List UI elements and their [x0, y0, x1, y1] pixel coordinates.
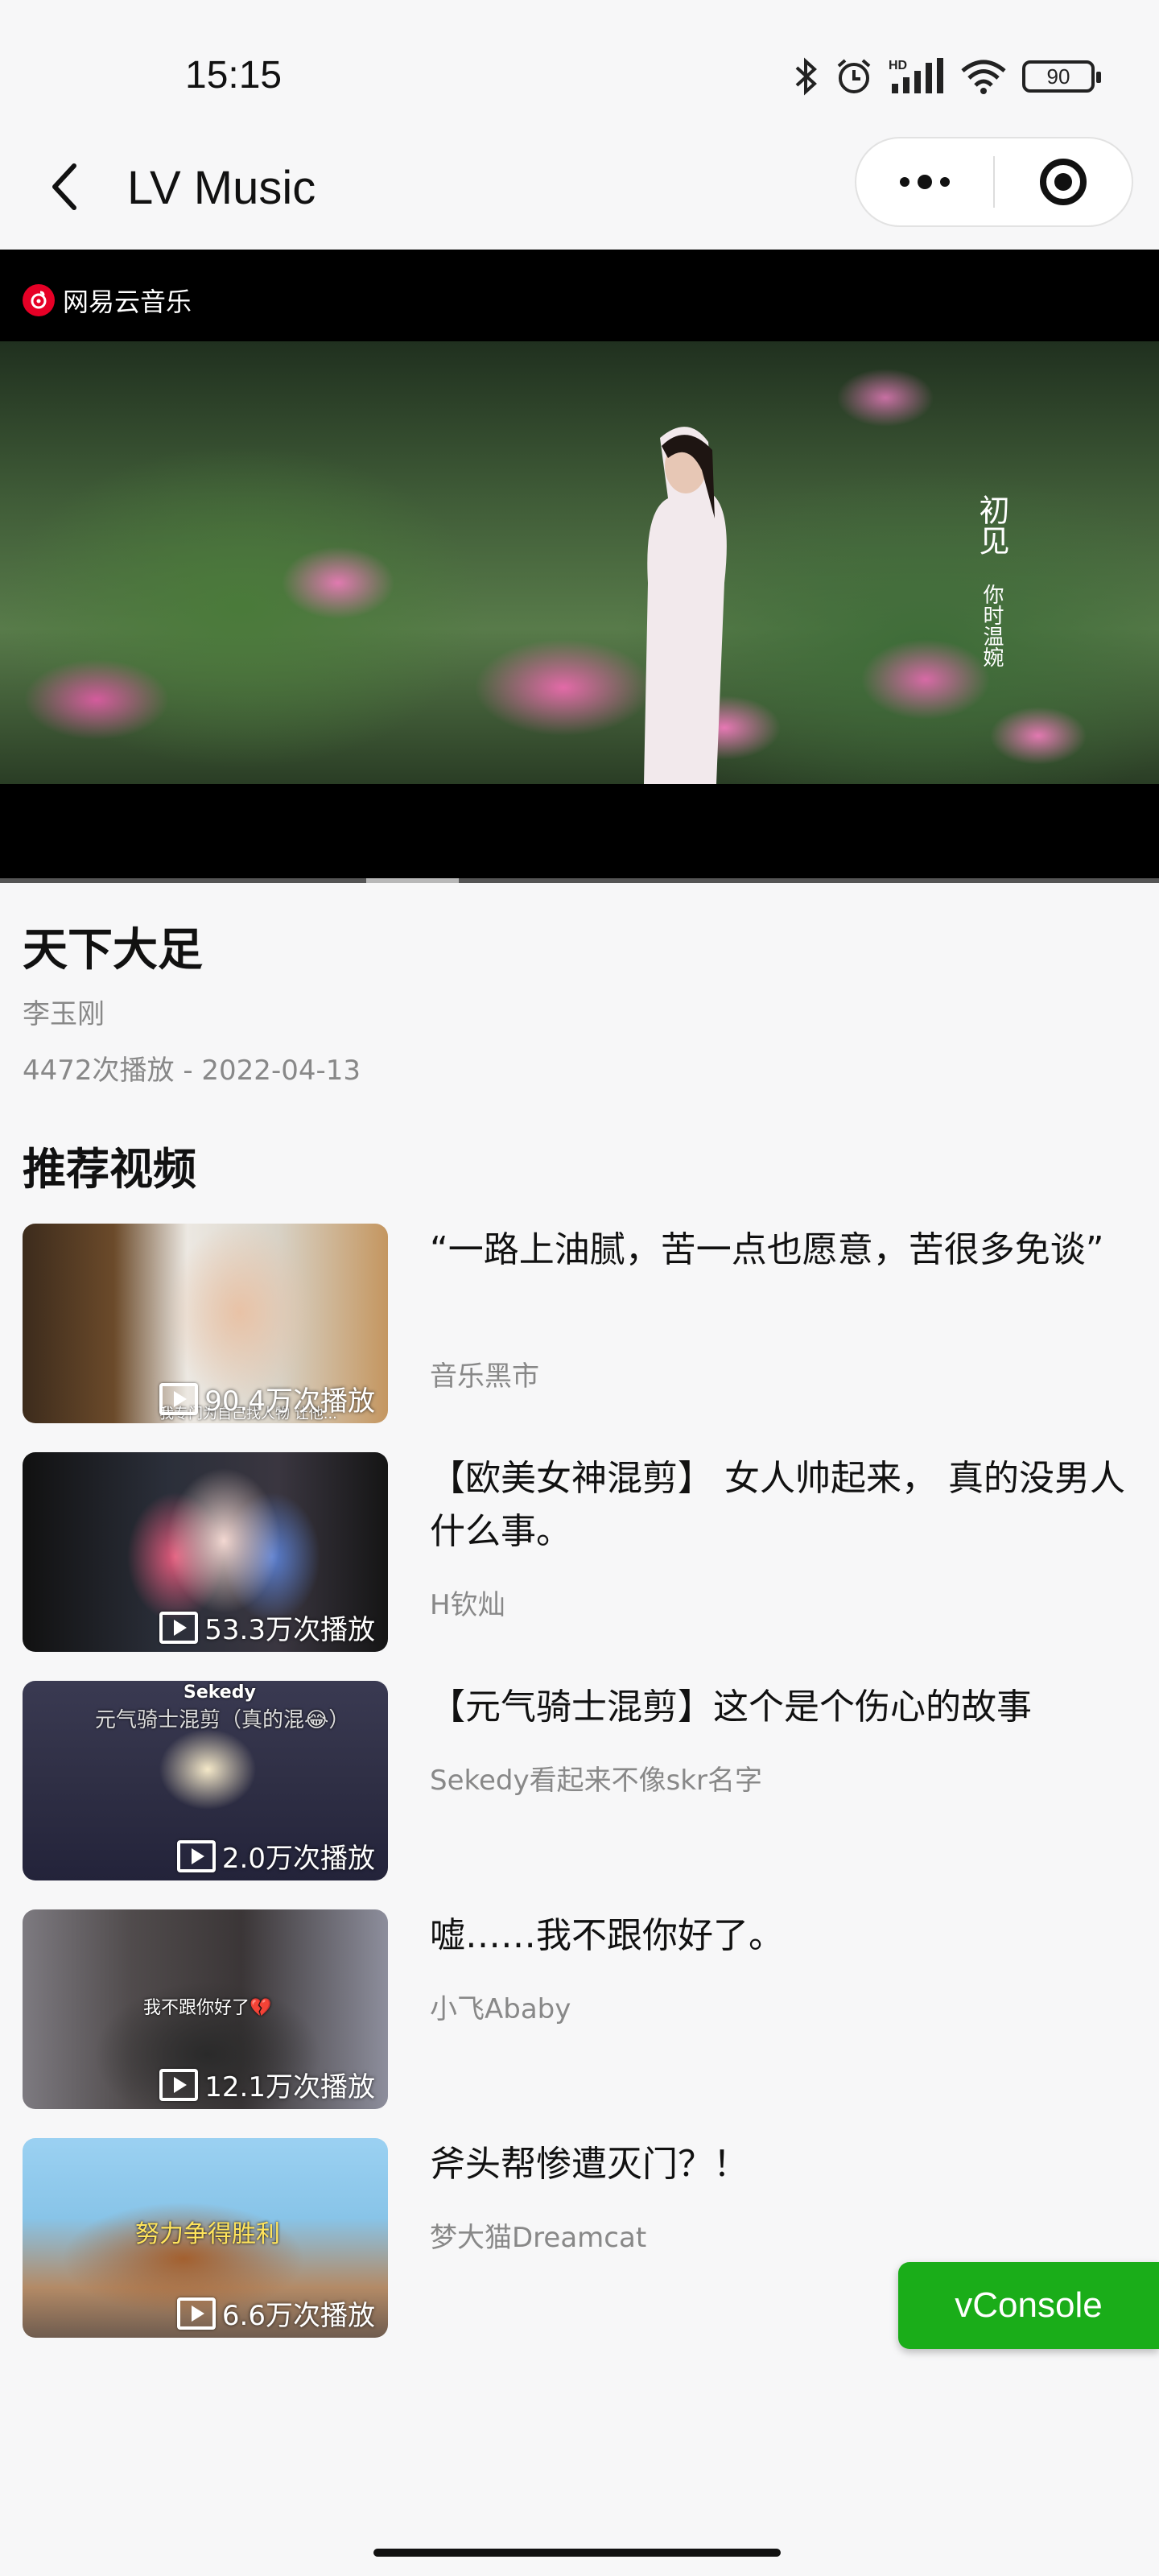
list-item[interactable]: 我不跟你好了💔 12.1万次播放 嘘……我不跟你好了。 小飞Ababy [23, 1909, 1136, 2109]
play-count: 53.3万次播放 [204, 1614, 375, 1646]
video-author: 小飞Ababy [430, 1993, 571, 2025]
play-icon [159, 1611, 199, 1644]
play-icon [159, 2068, 199, 2101]
close-miniprogram-button[interactable] [995, 138, 1132, 225]
play-count-badge: 2.0万次播放 [176, 1836, 375, 1876]
svg-text:HD: HD [889, 59, 907, 72]
play-count: 90.4万次播放 [204, 1385, 375, 1418]
play-count: 6.6万次播放 [221, 2300, 375, 2332]
signal-icon: HD [889, 58, 943, 93]
song-play-info: 4472次播放 - 2022-04-13 [23, 1055, 361, 1087]
video-thumbnail: 53.3万次播放 [23, 1452, 388, 1652]
thumbnail-overlay-text: 我不跟你好了💔 [143, 1998, 272, 2018]
video-figure [644, 427, 727, 784]
nav-bar: LV Music [0, 137, 1159, 250]
video-player[interactable]: 网易云音乐 初见 你时温婉 [0, 250, 1159, 879]
play-icon [176, 2297, 216, 2330]
netease-logo: 网易云音乐 [23, 282, 192, 319]
video-author: H钦灿 [430, 1589, 505, 1621]
thumbnail-player-name: Sekedy [184, 1682, 256, 1703]
netease-music-icon [23, 284, 55, 316]
home-indicator[interactable] [373, 2549, 781, 2557]
alarm-icon [837, 59, 871, 93]
video-thumbnail: 我专门为自己找人物 让他... 90.4万次播放 [23, 1224, 388, 1423]
video-thumbnail: Sekedy 元气骑士混剪（真的混😂） 2.0万次播放 [23, 1681, 388, 1880]
play-count: 12.1万次播放 [204, 2071, 375, 2103]
video-frame: 初见 你时温婉 [0, 341, 1159, 784]
play-icon [176, 1839, 216, 1872]
more-dots-icon [900, 175, 950, 189]
more-menu-button[interactable] [856, 138, 993, 225]
video-title: 【欧美女神混剪】 女人帅起来， 真的没男人什么事。 [430, 1458, 1125, 1552]
miniprogram-capsule [855, 137, 1133, 227]
video-title: “一路上油腻，苦一点也愿意，苦很多免谈” [430, 1229, 1104, 1270]
wifi-icon [961, 60, 1006, 94]
status-bar: 15:15 HD 90 [0, 0, 1159, 137]
play-count-badge: 12.1万次播放 [159, 2065, 375, 2104]
video-caption-main: 初见 [974, 494, 1009, 555]
thumbnail-overlay-text: 努力争得胜利 [135, 2220, 280, 2248]
video-title: 【元气骑士混剪】这个是个伤心的故事 [430, 1686, 1032, 1728]
video-caption: 初见 你时温婉 [970, 494, 1014, 667]
play-count-badge: 53.3万次播放 [159, 1608, 375, 1647]
back-arrow-icon[interactable] [42, 155, 90, 219]
video-title: 嘘……我不跟你好了。 [430, 1915, 784, 1956]
play-count-badge: 6.6万次播放 [176, 2293, 375, 2333]
status-time: 15:15 [185, 54, 283, 97]
video-progress-fill [366, 878, 460, 883]
video-caption-sub: 你时温婉 [980, 584, 1004, 668]
status-icons: HD 90 [792, 56, 1101, 97]
list-item[interactable]: Sekedy 元气骑士混剪（真的混😂） 2.0万次播放 【元气骑士混剪】这个是个… [23, 1681, 1136, 1880]
video-progress-bar[interactable] [0, 878, 1159, 883]
video-author: 音乐黑市 [430, 1360, 539, 1393]
vconsole-button[interactable]: vConsole [898, 2262, 1159, 2349]
video-title: 斧头帮惨遭灭门？！ [430, 2144, 749, 2185]
target-close-icon [1040, 159, 1087, 205]
battery-level: 90 [1046, 64, 1070, 89]
list-item[interactable]: 我专门为自己找人物 让他... 90.4万次播放 “一路上油腻，苦一点也愿意，苦… [23, 1224, 1136, 1423]
play-icon [159, 1382, 199, 1415]
play-count-badge: 90.4万次播放 [159, 1379, 375, 1418]
bluetooth-icon [795, 57, 817, 96]
thumbnail-overlay-text: 元气骑士混剪（真的混😂） [95, 1708, 350, 1732]
video-author: 梦大猫Dreamcat [430, 2222, 647, 2254]
play-count: 2.0万次播放 [221, 1843, 375, 1875]
song-title: 天下大足 [23, 924, 203, 976]
recommend-section-title: 推荐视频 [23, 1144, 196, 1195]
netease-logo-text: 网易云音乐 [63, 287, 192, 317]
video-thumbnail: 努力争得胜利 6.6万次播放 [23, 2138, 388, 2338]
battery-indicator: 90 [1022, 60, 1101, 93]
video-author: Sekedy看起来不像skr名字 [430, 1765, 762, 1797]
list-item[interactable]: 53.3万次播放 【欧美女神混剪】 女人帅起来， 真的没男人什么事。 H钦灿 [23, 1452, 1136, 1652]
recommended-video-list: 我专门为自己找人物 让他... 90.4万次播放 “一路上油腻，苦一点也愿意，苦… [23, 1224, 1136, 2367]
video-thumbnail: 我不跟你好了💔 12.1万次播放 [23, 1909, 388, 2109]
song-artist: 李玉刚 [23, 998, 105, 1030]
page-title: LV Music [127, 162, 316, 214]
